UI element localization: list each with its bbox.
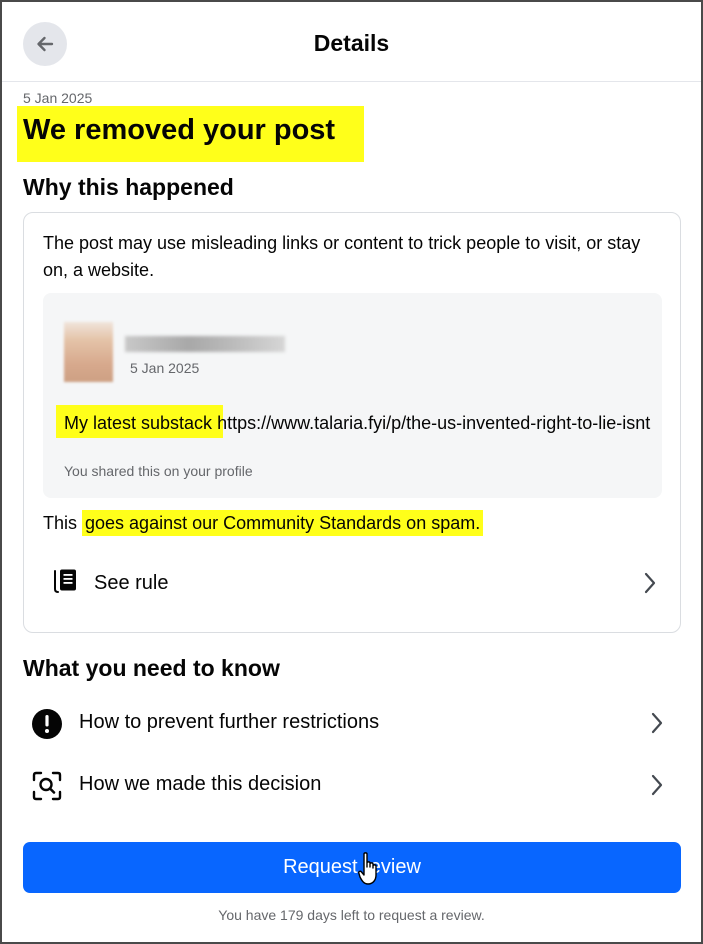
post-caption: You shared this on your profile — [64, 463, 253, 479]
details-window: Details 5 Jan 2025 We removed your post … — [0, 0, 703, 944]
rule-prefix: This — [43, 513, 83, 533]
notice-date: 5 Jan 2025 — [23, 90, 93, 106]
chevron-right-icon — [644, 572, 656, 594]
reason-description: The post may use misleading links or con… — [43, 233, 641, 280]
prevent-restrictions-row[interactable]: How to prevent further restrictions — [23, 696, 681, 750]
author-name-blurred — [125, 336, 285, 352]
reason-card: The post may use misleading links or con… — [23, 212, 681, 633]
post-text: My latest substack https://www.talaria.f… — [64, 410, 654, 436]
avatar — [64, 322, 113, 382]
request-review-button[interactable]: Request review — [23, 842, 681, 893]
header-title: Details — [313, 30, 390, 56]
post-link: https://www.talaria.fyi/p/the-us-invente… — [212, 413, 651, 433]
rule-highlighted: goes against our Community Standards on … — [82, 510, 484, 536]
post-preview: 5 Jan 2025 My latest substack https://ww… — [43, 293, 662, 498]
book-icon — [54, 569, 76, 593]
page-title: We removed your post — [23, 114, 336, 146]
see-rule-row[interactable]: See rule — [38, 554, 668, 612]
decision-process-label: How we made this decision — [79, 773, 322, 795]
decision-process-row[interactable]: How we made this decision — [23, 758, 681, 812]
rule-statement: This goes against our Community Standard… — [43, 510, 484, 536]
search-frame-icon — [32, 771, 62, 801]
post-date: 5 Jan 2025 — [130, 360, 200, 376]
request-review-label: Request review — [283, 856, 421, 878]
why-heading: Why this happened — [23, 174, 234, 200]
header-bar: Details — [2, 2, 701, 82]
chevron-right-icon — [651, 774, 663, 796]
exclamation-circle-icon — [32, 709, 62, 739]
prevent-restrictions-label: How to prevent further restrictions — [79, 711, 380, 733]
post-text-highlighted: My latest substack — [64, 413, 213, 433]
hand-cursor-icon — [358, 852, 377, 885]
need-to-know-heading: What you need to know — [23, 655, 280, 681]
review-deadline-note: You have 179 days left to request a revi… — [218, 907, 485, 923]
see-rule-label: See rule — [94, 572, 169, 594]
chevron-right-icon — [651, 712, 663, 734]
